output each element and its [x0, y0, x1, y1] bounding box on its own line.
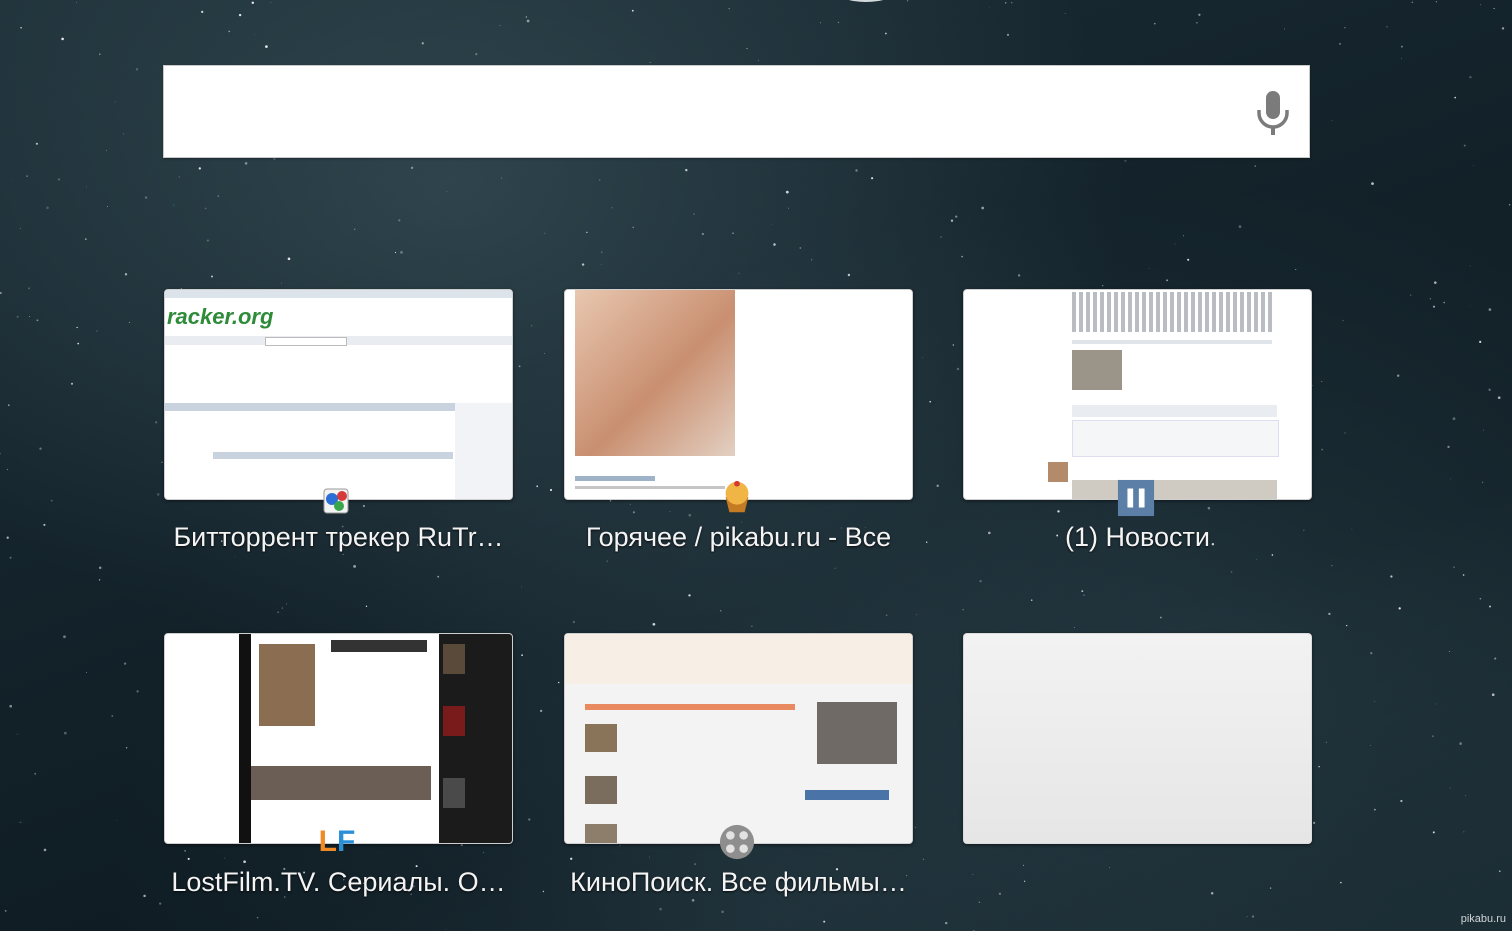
tile-rutracker[interactable]: racker.org: [164, 289, 513, 500]
tile-lostfilm[interactable]: [164, 633, 513, 844]
tile-title-lostfilm[interactable]: LostFilm.TV. Сериалы. О…: [164, 867, 513, 898]
top-logo-fragment: [836, 0, 896, 2]
watermark: pikabu.ru: [1460, 913, 1506, 925]
tile-pikabu[interactable]: [564, 289, 913, 500]
vk-news-thumbnail: [964, 290, 1311, 499]
tile-title-kinopoisk[interactable]: КиноПоиск. Все фильмы…: [564, 867, 913, 898]
search-input[interactable]: [164, 66, 1224, 157]
vk-pause-icon: [1117, 479, 1155, 517]
microphone-icon[interactable]: [1253, 88, 1293, 138]
lostfilm-logo-text: LF: [318, 825, 356, 858]
tile-kinopoisk[interactable]: [564, 633, 913, 844]
kinopoisk-thumbnail: [565, 634, 912, 843]
lostfilm-icon: LF: [318, 823, 356, 861]
tile-title-vk-news[interactable]: (1) Новости: [963, 522, 1312, 553]
tile-title-rutracker[interactable]: Битторрент трекер RuTr…: [164, 522, 513, 553]
pikabu-cupcake-icon: [718, 478, 756, 516]
rutracker-logo: racker.org: [167, 304, 274, 329]
pikabu-thumbnail: [565, 290, 912, 499]
tile-empty[interactable]: [963, 633, 1312, 844]
rutracker-icon: [318, 481, 356, 519]
lostfilm-thumbnail: [165, 634, 512, 843]
search-box[interactable]: [163, 65, 1310, 158]
rutracker-thumbnail: racker.org: [165, 290, 512, 499]
tile-vk-news[interactable]: [963, 289, 1312, 500]
kinopoisk-icon: [718, 823, 756, 861]
tile-title-pikabu[interactable]: Горячее / pikabu.ru - Все: [564, 522, 913, 553]
